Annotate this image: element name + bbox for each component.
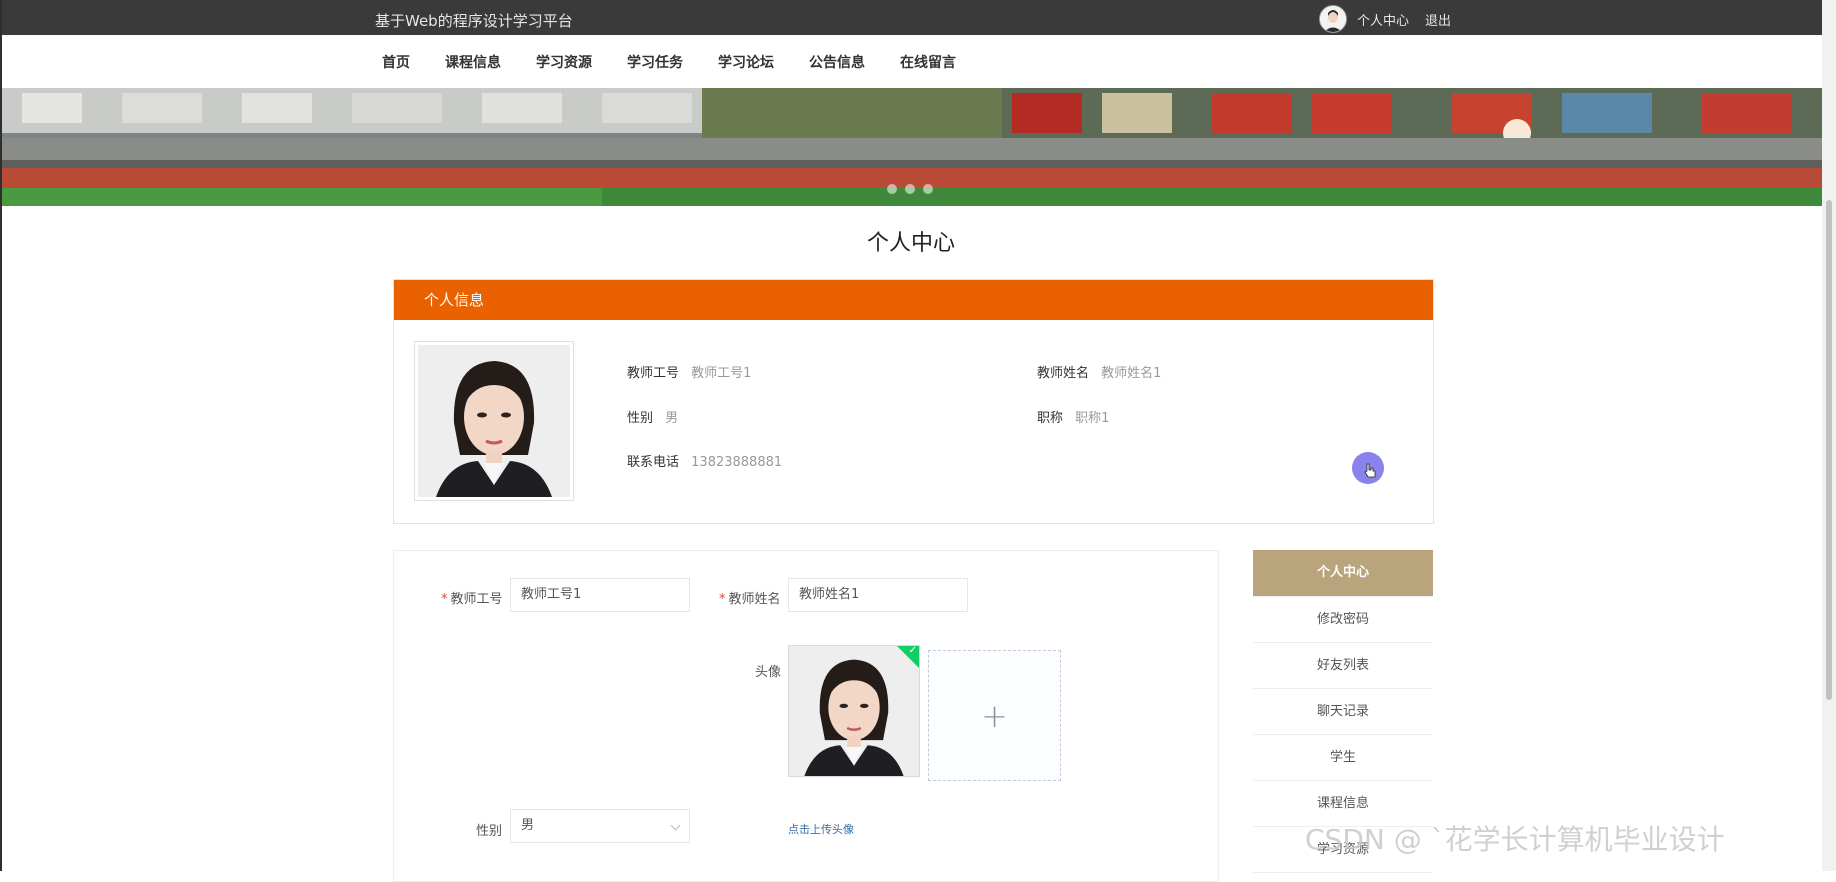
plus-icon: + <box>981 696 1008 735</box>
gender-select[interactable]: 男 <box>510 809 690 843</box>
info-teacher-id-label: 教师工号 <box>627 366 680 381</box>
gender-select-value: 男 <box>521 818 535 833</box>
avatar-image <box>1320 6 1346 32</box>
logout-link[interactable]: 退出 <box>1425 10 1451 29</box>
profile-photo-image <box>418 345 570 497</box>
user-avatar[interactable] <box>1319 5 1347 33</box>
info-teacher-name: 教师姓名 教师姓名1 <box>1037 362 1161 381</box>
nav-messages[interactable]: 在线留言 <box>900 52 956 72</box>
upload-tip-link[interactable]: 点击上传头像 <box>788 821 854 837</box>
user-area: 个人中心 退出 <box>1319 5 1467 33</box>
uploaded-avatar[interactable]: ✓ <box>788 645 920 777</box>
carousel-dot-1[interactable] <box>887 184 897 194</box>
info-teacher-name-label: 教师姓名 <box>1037 366 1090 381</box>
side-item-change-password[interactable]: 修改密码 <box>1253 597 1433 643</box>
info-phone-value: 13823888881 <box>691 455 783 470</box>
page-title: 个人中心 <box>866 231 955 256</box>
top-bar: 基于Web的程序设计学习平台 个人中心 退出 <box>2 0 1836 35</box>
nav-courses[interactable]: 课程信息 <box>445 52 501 72</box>
chevron-down-icon <box>670 820 681 831</box>
info-phone: 联系电话 13823888881 <box>627 451 782 470</box>
site-title: 基于Web的程序设计学习平台 <box>375 12 573 30</box>
main-nav: 首页 课程信息 学习资源 学习任务 学习论坛 公告信息 在线留言 <box>2 35 1822 88</box>
teacher-name-input[interactable]: 教师姓名1 <box>788 578 968 612</box>
side-item-personal-center[interactable]: 个人中心 <box>1253 550 1433 597</box>
form-teacher-id-label: * 教师工号 <box>441 592 503 607</box>
info-gender-value: 男 <box>665 411 679 426</box>
side-item-friends[interactable]: 好友列表 <box>1253 643 1433 689</box>
info-title-value: 职称1 <box>1075 411 1110 426</box>
avatar-upload-button[interactable]: + <box>928 650 1061 781</box>
info-gender: 性别 男 <box>627 407 678 426</box>
personal-info-card: 个人信息 教师工号 教师工号1 教师姓名 教师姓名1 性别 男 职称 职称1 联… <box>393 279 1434 524</box>
scrollbar-thumb[interactable] <box>1826 200 1832 700</box>
carousel-dots <box>887 184 933 194</box>
hand-cursor-icon <box>1364 463 1376 478</box>
carousel-dot-2[interactable] <box>905 184 915 194</box>
info-teacher-id-value: 教师工号1 <box>691 366 752 381</box>
nav-announcements[interactable]: 公告信息 <box>809 52 865 72</box>
nav-tasks[interactable]: 学习任务 <box>627 52 683 72</box>
carousel-dot-3[interactable] <box>923 184 933 194</box>
profile-photo <box>414 341 574 501</box>
required-mark: * <box>719 592 726 607</box>
info-gender-label: 性别 <box>627 411 654 426</box>
nav-resources[interactable]: 学习资源 <box>536 52 592 72</box>
side-item-chat-history[interactable]: 聊天记录 <box>1253 689 1433 735</box>
csdn-watermark: CSDN @ `花学长计算机毕业设计 <box>1305 823 1725 856</box>
info-teacher-id: 教师工号 教师工号1 <box>627 362 751 381</box>
nav-home[interactable]: 首页 <box>382 52 410 72</box>
info-title-label: 职称 <box>1037 411 1064 426</box>
form-teacher-name-label: * 教师姓名 <box>719 592 781 607</box>
required-mark: * <box>441 592 448 607</box>
info-title: 职称 职称1 <box>1037 407 1109 426</box>
teacher-id-input[interactable]: 教师工号1 <box>510 578 690 612</box>
personal-center-link[interactable]: 个人中心 <box>1357 10 1409 29</box>
side-item-students[interactable]: 学生 <box>1253 735 1433 781</box>
nav-forum[interactable]: 学习论坛 <box>718 52 774 72</box>
info-phone-label: 联系电话 <box>627 455 680 470</box>
check-icon: ✓ <box>908 645 917 656</box>
form-avatar-label: 头像 <box>755 665 782 680</box>
info-card-header: 个人信息 <box>394 280 1433 320</box>
form-gender-label: 性别 <box>476 824 503 839</box>
info-teacher-name-value: 教师姓名1 <box>1101 366 1162 381</box>
